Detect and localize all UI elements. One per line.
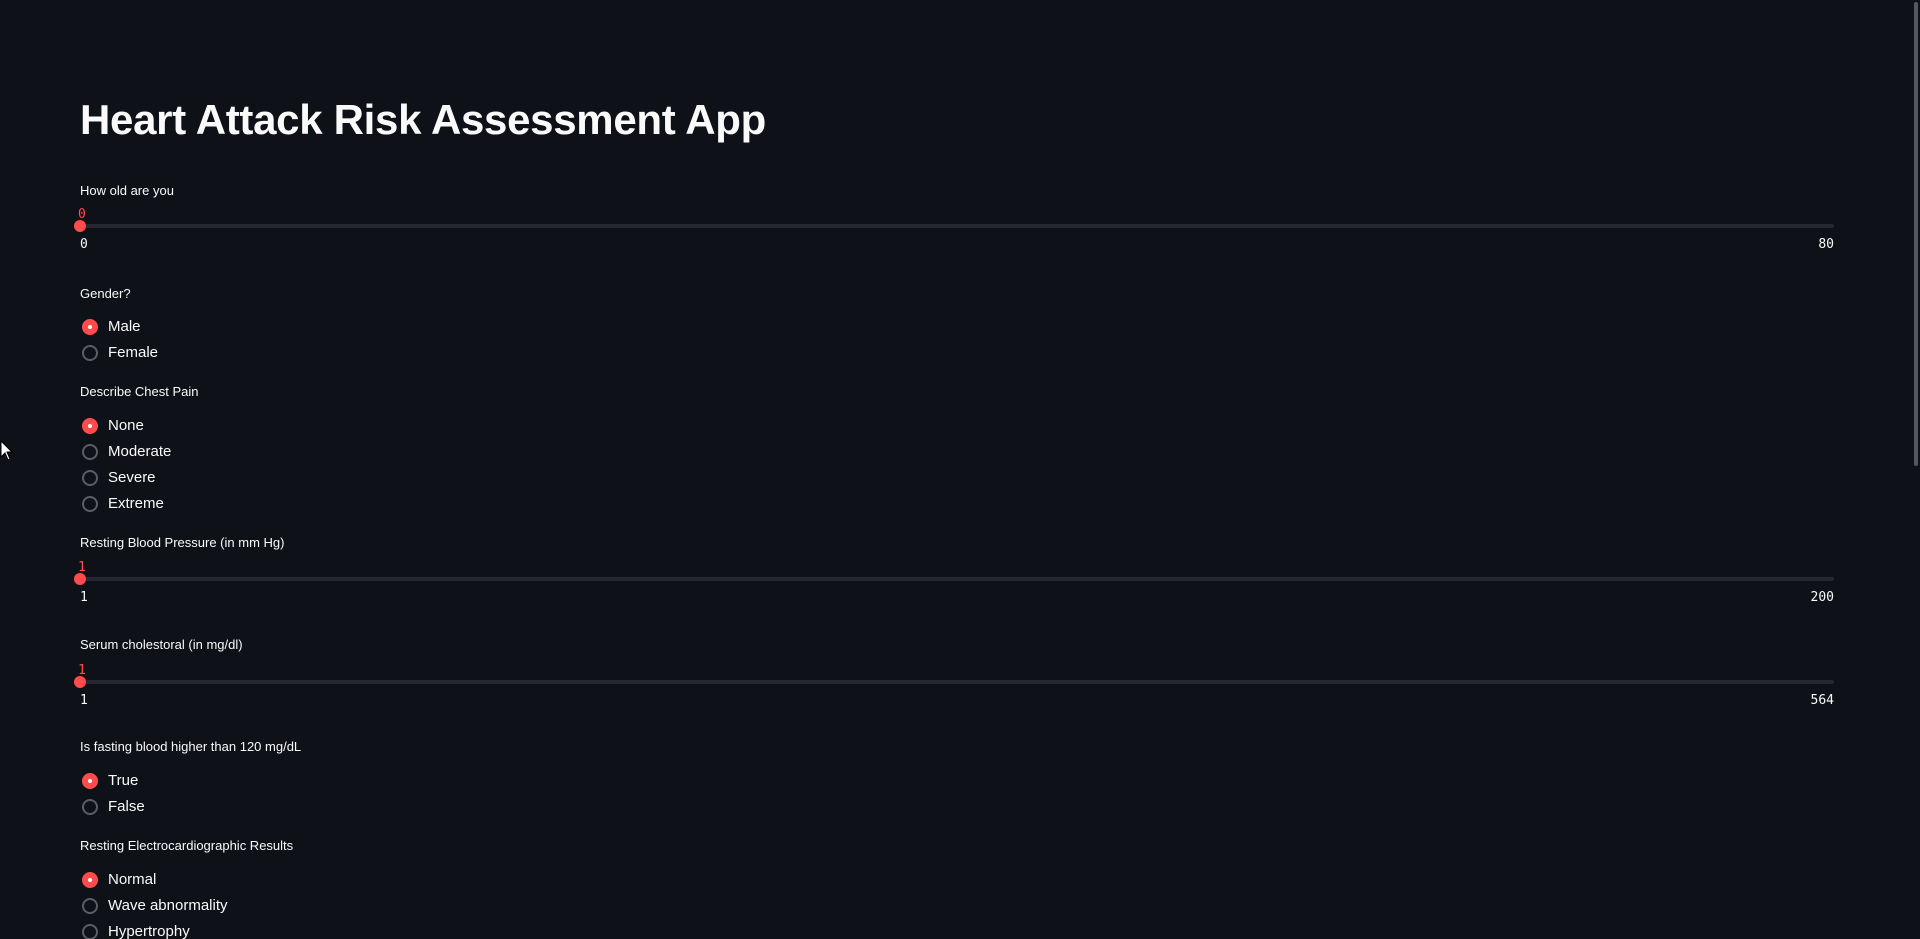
ecg-option-wave-abnormality[interactable]: Wave abnormality [80,893,480,919]
radio-unselected-icon[interactable] [82,496,98,512]
gender-option-label: Male [108,318,141,335]
fasting-blood-option-label: True [108,772,139,789]
radio-selected-icon[interactable] [82,319,98,335]
gender-option-male[interactable]: Male [80,314,480,340]
age-slider-thumb[interactable] [74,220,86,232]
chest-pain-option-label: Extreme [108,495,164,512]
page-title: Heart Attack Risk Assessment App [80,96,766,143]
chest-pain-label: Describe Chest Pain [80,384,199,399]
chest-pain-option-label: None [108,417,144,434]
blood-pressure-slider-max: 200 [1810,590,1834,605]
radio-unselected-icon[interactable] [82,444,98,460]
ecg-radio-group: Normal Wave abnormality Hypertrophy [80,867,480,939]
gender-radio-group: Male Female [80,314,480,366]
blood-pressure-slider-track[interactable] [80,577,1834,581]
radio-unselected-icon[interactable] [82,345,98,361]
radio-unselected-icon[interactable] [82,924,98,939]
chest-pain-option-severe[interactable]: Severe [80,465,480,491]
ecg-option-label: Wave abnormality [108,897,228,914]
radio-selected-icon[interactable] [82,773,98,789]
gender-label: Gender? [80,286,131,301]
ecg-option-label: Hypertrophy [108,923,190,939]
cholesterol-slider-track[interactable] [80,680,1834,684]
app-page: Heart Attack Risk Assessment App How old… [0,0,1920,939]
gender-option-female[interactable]: Female [80,340,480,366]
blood-pressure-slider-thumb[interactable] [74,573,86,585]
age-slider[interactable]: 0 0 80 [74,207,1834,261]
age-slider-min: 0 [80,237,88,252]
blood-pressure-slider-min: 1 [80,590,88,605]
chest-pain-option-label: Severe [108,469,156,486]
cholesterol-slider-thumb[interactable] [74,676,86,688]
fasting-blood-option-false[interactable]: False [80,794,480,820]
blood-pressure-slider[interactable]: 1 1 200 [74,560,1834,614]
ecg-option-label: Normal [108,871,157,888]
radio-unselected-icon[interactable] [82,799,98,815]
chest-pain-option-none[interactable]: None [80,413,480,439]
fasting-blood-label: Is fasting blood higher than 120 mg/dL [80,739,302,754]
blood-pressure-label: Resting Blood Pressure (in mm Hg) [80,535,285,550]
cholesterol-slider-min: 1 [80,693,88,708]
ecg-label: Resting Electrocardiographic Results [80,838,294,853]
cholesterol-slider-max: 564 [1810,693,1834,708]
fasting-blood-option-label: False [108,798,145,815]
age-slider-max: 80 [1818,237,1834,252]
chest-pain-option-label: Moderate [108,443,172,460]
chest-pain-option-moderate[interactable]: Moderate [80,439,480,465]
cholesterol-label: Serum cholestoral (in mg/dl) [80,637,243,652]
age-label: How old are you [80,183,174,198]
mouse-cursor-icon [0,440,14,461]
radio-selected-icon[interactable] [82,418,98,434]
scrollbar-thumb[interactable] [1914,2,1918,466]
gender-option-label: Female [108,344,159,361]
fasting-blood-radio-group: True False [80,768,480,820]
cholesterol-slider[interactable]: 1 1 564 [74,663,1834,717]
radio-unselected-icon[interactable] [82,898,98,914]
ecg-option-normal[interactable]: Normal [80,867,480,893]
radio-selected-icon[interactable] [82,872,98,888]
chest-pain-radio-group: None Moderate Severe Extreme [80,413,480,517]
page-scrollbar[interactable] [1912,0,1920,939]
ecg-option-hypertrophy[interactable]: Hypertrophy [80,919,480,939]
chest-pain-option-extreme[interactable]: Extreme [80,491,480,517]
fasting-blood-option-true[interactable]: True [80,768,480,794]
radio-unselected-icon[interactable] [82,470,98,486]
age-slider-track[interactable] [80,224,1834,228]
